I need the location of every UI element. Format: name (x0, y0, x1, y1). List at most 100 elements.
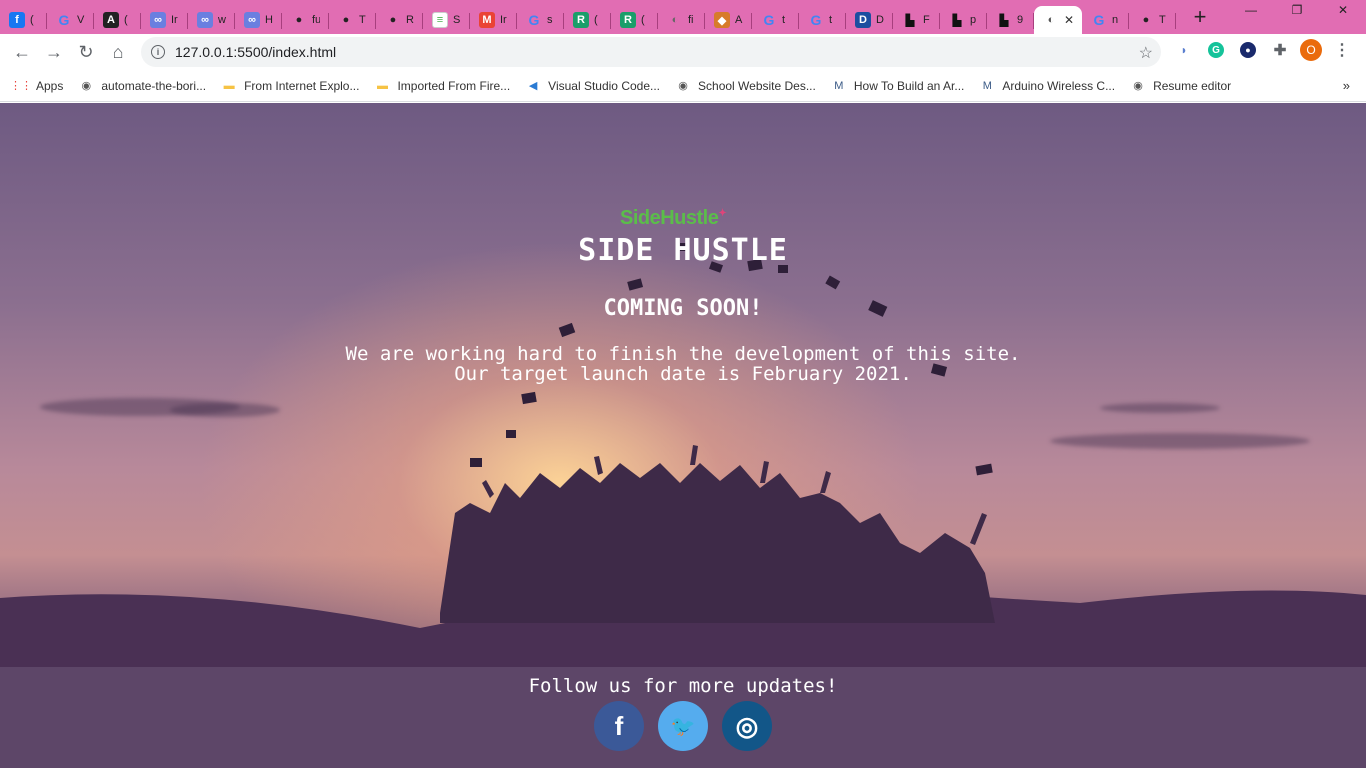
browser-tab[interactable]: ∞ w (188, 6, 235, 34)
extension-icon[interactable]: ● (1236, 38, 1260, 62)
google-icon: G (528, 12, 540, 28)
bookmark-label: Resume editor (1153, 78, 1232, 93)
bookmark-item[interactable]: M How To Build an Ar... (832, 78, 965, 93)
browser-tab[interactable]: ● T (329, 6, 376, 34)
bookmark-item[interactable]: ⋮⋮ Apps (10, 79, 63, 93)
facebook-button[interactable]: f (594, 701, 644, 751)
twitter-button[interactable]: 🐦 (658, 701, 708, 751)
bookmark-item[interactable]: ▬ From Internet Explo... (222, 78, 360, 93)
m-icon: M (834, 79, 844, 92)
minimize-button[interactable]: — (1228, 0, 1274, 20)
r-icon: R (573, 12, 589, 28)
bookmark-label: Arduino Wireless C... (1002, 78, 1116, 93)
bookmark-star-icon[interactable]: ☆ (1139, 43, 1153, 63)
tab-list: f(G V A(∞ Ir ∞ w ∞ H ● fu ● T ● R ≡ S M Ir Gs R(R(◐ fi ◆ A Gt Gt… (0, 0, 1176, 34)
tab-title: ( (124, 14, 128, 26)
browser-tab[interactable]: R( (564, 6, 611, 34)
browser-tab[interactable]: GV (47, 6, 94, 34)
message-line-2: Our target launch date is February 2021. (454, 363, 912, 385)
folder-icon: ▬ (223, 79, 235, 92)
menu-icon[interactable]: ⋮ (1330, 38, 1354, 62)
tab-title: R (406, 14, 414, 26)
home-icon: ⌂ (112, 41, 124, 62)
site-title: SIDE HUSTLE (578, 233, 788, 268)
bookmark-item[interactable]: ◉ Resume editor (1131, 79, 1231, 93)
tab-title: s (547, 14, 553, 26)
bookmarks-bar: ⋮⋮ Apps ◉ automate-the-bori... ▬ From Interne… (0, 70, 1366, 102)
reload-button[interactable]: ↻ (70, 36, 102, 68)
tab-title: D (876, 14, 884, 26)
browser-tab[interactable]: ● R (376, 6, 423, 34)
forward-button[interactable]: → (38, 36, 70, 68)
twitter-icon: 🐦 (670, 715, 696, 738)
extension-icon[interactable]: ◗ (1172, 38, 1196, 62)
facebook-icon: f (614, 710, 624, 741)
tab-active[interactable]: ◐ ✕ (1034, 6, 1082, 34)
globe-icon: ◐ (671, 14, 679, 26)
profile-avatar[interactable]: O (1300, 39, 1322, 61)
bookmark-item[interactable]: ▬ Imported From Fire... (375, 79, 510, 93)
github-icon: ● (295, 14, 303, 26)
tab-title: Ir (500, 14, 507, 26)
browser-tab[interactable]: ▙ F (893, 6, 940, 34)
browser-tab[interactable]: M Ir (470, 6, 517, 34)
browser-tab[interactable]: ∞ H (235, 6, 282, 34)
browser-toolbar: ← → ↻ ⌂ i 127.0.0.1:5500/index.html ☆ ◗ … (0, 34, 1366, 70)
browser-tab[interactable]: Gt (799, 6, 846, 34)
browser-tab[interactable]: ◐ fi (658, 6, 705, 34)
tab-title: ( (641, 14, 645, 26)
github-icon: ● (342, 14, 350, 26)
bookmark-label: How To Build an Ar... (853, 78, 965, 93)
bookmark-item[interactable]: ◉ School Website Des... (676, 79, 816, 93)
restore-button[interactable]: ❐ (1274, 0, 1320, 20)
infinity-icon: ∞ (150, 12, 166, 28)
browser-tab[interactable]: ● T (1129, 6, 1176, 34)
browser-tab[interactable]: ● fu (282, 6, 329, 34)
browser-tab[interactable]: A( (94, 6, 141, 34)
new-tab-button[interactable]: + (1186, 3, 1214, 31)
reload-icon: ↻ (78, 41, 94, 62)
close-tab-icon[interactable]: ✕ (1064, 13, 1074, 27)
url-text[interactable]: 127.0.0.1:5500/index.html (175, 44, 336, 60)
bookmark-item[interactable]: ◉ automate-the-bori... (79, 78, 207, 93)
back-button[interactable]: ← (6, 36, 38, 68)
info-icon[interactable]: i (151, 45, 165, 59)
logo-text: SideHustle (620, 207, 719, 229)
browser-tab[interactable]: Gn (1082, 6, 1129, 34)
tab-title: t (829, 14, 833, 26)
puzzle-icon[interactable]: ✚ (1268, 38, 1292, 62)
browser-tab[interactable]: ≡ S (423, 6, 470, 34)
grammarly-icon[interactable]: G (1204, 38, 1228, 62)
message-line-1: We are working hard to finish the develo… (345, 343, 1021, 365)
coming-soon-heading: COMING SOON! (603, 296, 763, 321)
github-icon: ● (1142, 14, 1150, 26)
instagram-button[interactable]: ◎ (722, 701, 772, 751)
github-icon: ● (389, 14, 397, 26)
browser-tab-strip: f(G V A(∞ Ir ∞ w ∞ H ● fu ● T ● R ≡ S M Ir Gs R(R(◐ fi ◆ A Gt Gt… (0, 0, 1366, 34)
browser-tab[interactable]: Gs (517, 6, 564, 34)
close-window-button[interactable]: ✕ (1320, 0, 1366, 20)
bookmark-label: From Internet Explo... (244, 78, 360, 93)
block-icon: ▙ (999, 14, 1009, 27)
bookmark-label: automate-the-bori... (101, 78, 207, 93)
follow-text: Follow us for more updates! (528, 675, 838, 697)
browser-tab[interactable]: ∞ Ir (141, 6, 188, 34)
globe-icon: ◉ (81, 80, 92, 92)
browser-tab[interactable]: ◆ A (705, 6, 752, 34)
bookmark-label: Imported From Fire... (397, 78, 511, 93)
more-bookmarks-icon[interactable]: » (1343, 78, 1350, 93)
bookmark-item[interactable]: ◀ Visual Studio Code... (526, 79, 660, 93)
bookmark-item[interactable]: M Arduino Wireless C... (980, 79, 1115, 93)
browser-tab[interactable]: ▙ 9 (987, 6, 1034, 34)
infinity-icon: ∞ (197, 12, 213, 28)
browser-tab[interactable]: ▙ p (940, 6, 987, 34)
browser-tab[interactable]: Gt (752, 6, 799, 34)
browser-tab[interactable]: DD (846, 6, 893, 34)
browser-tab[interactable]: R( (611, 6, 658, 34)
tab-title: F (923, 14, 930, 26)
home-button[interactable]: ⌂ (102, 36, 134, 68)
vscode-icon: ◀ (528, 80, 538, 92)
browser-tab[interactable]: f( (0, 6, 47, 34)
tab-title: fu (312, 14, 320, 26)
address-bar[interactable]: i 127.0.0.1:5500/index.html ☆ (141, 37, 1161, 67)
